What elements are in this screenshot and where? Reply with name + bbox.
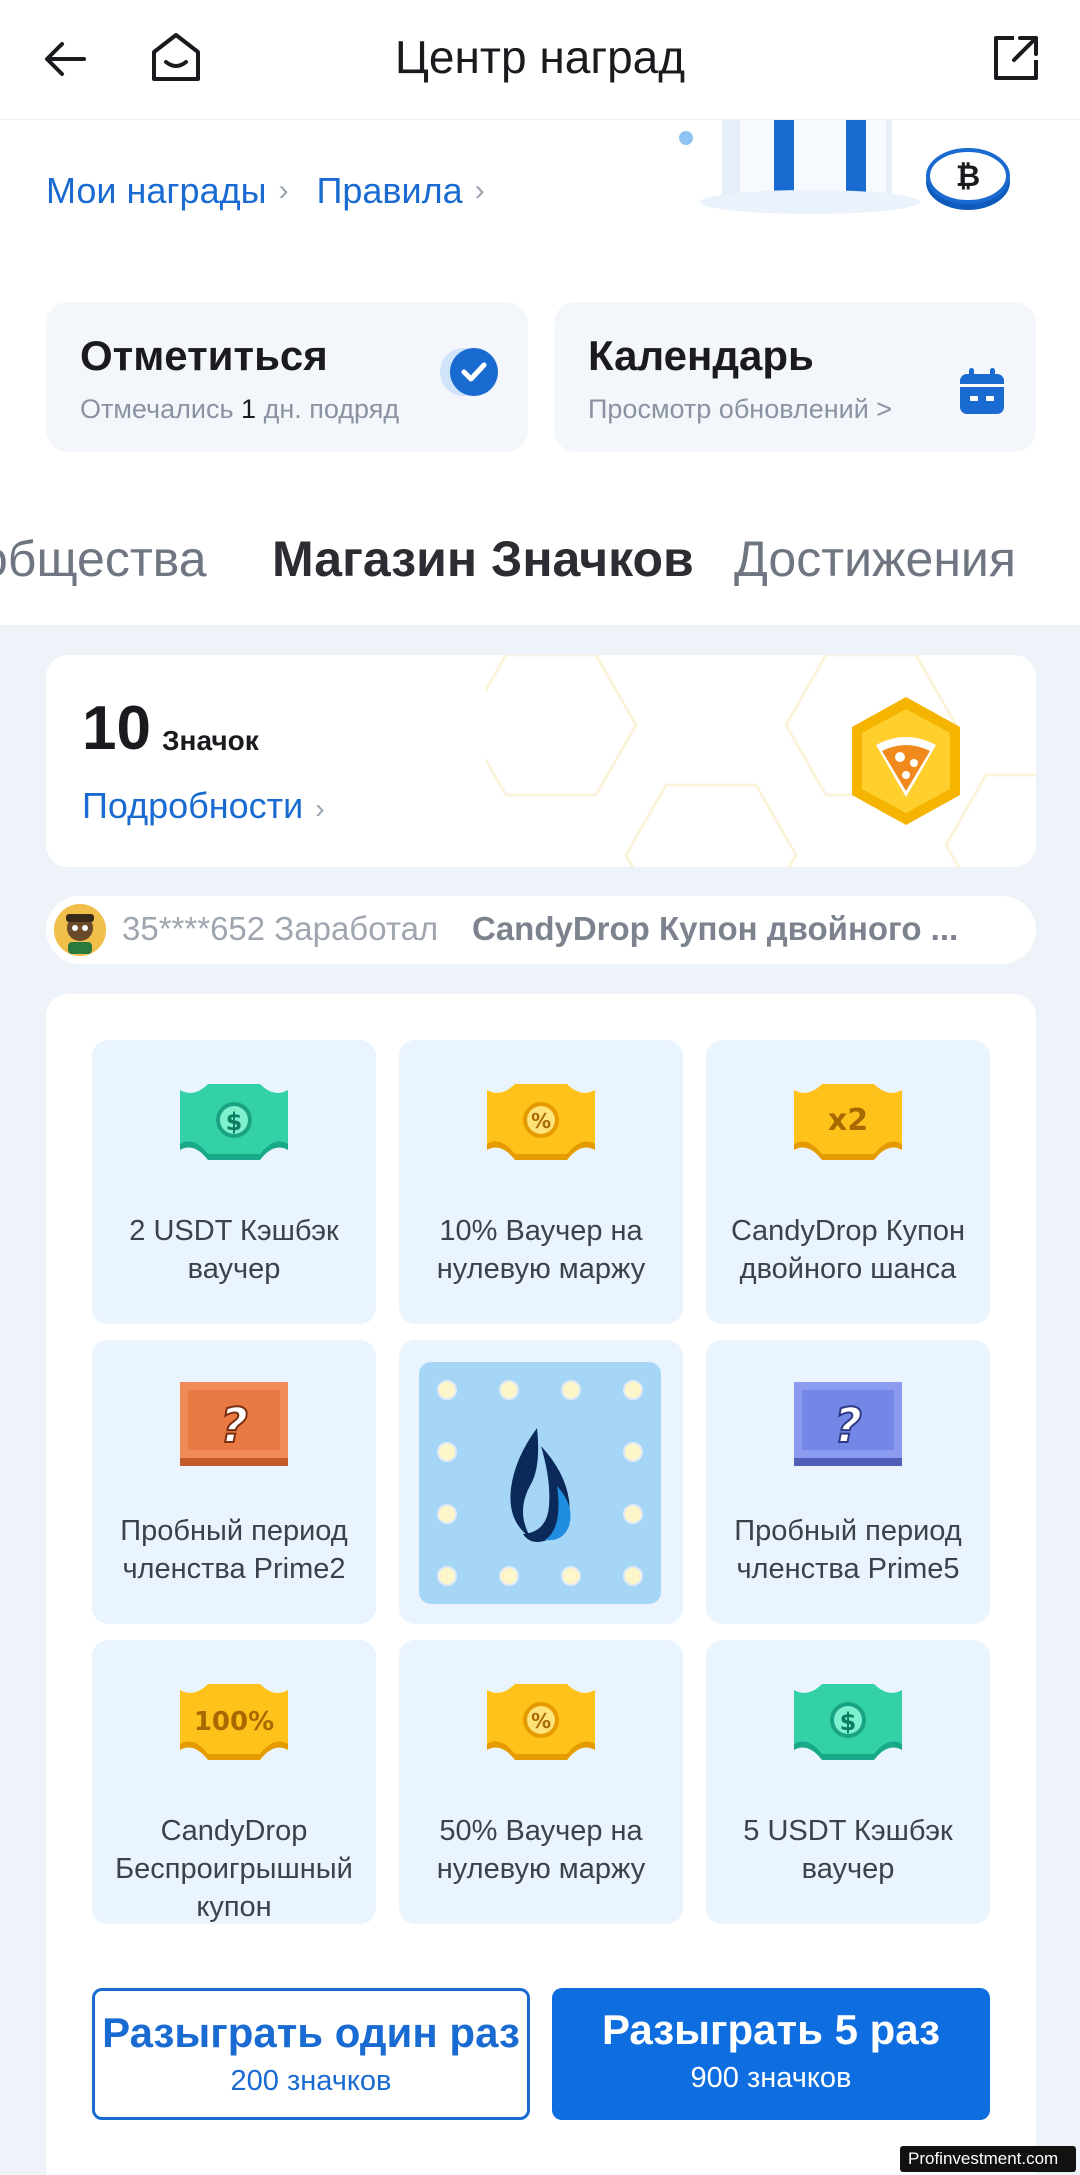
share-external-icon[interactable] [990, 32, 1042, 84]
prize-tile: $ 2 USDT Кэшбэк ваучер [92, 1040, 376, 1324]
prize-tile-center-logo [399, 1340, 683, 1624]
winner-ticker: 35****652 Заработал CandyDrop Купон двой… [46, 896, 1036, 964]
mystery-box-blue-icon: ? [794, 1382, 902, 1466]
checkin-card[interactable]: Отметиться Отмечались 1 дн. подряд [46, 302, 528, 452]
dollar-coupon-green-icon: $ [180, 1084, 288, 1160]
calendar-icon [960, 368, 1004, 414]
huobi-flame-logo-icon [419, 1362, 661, 1604]
rules-link[interactable]: Правила [316, 170, 462, 212]
prize-label: Пробный период членства Prime2 [120, 1515, 348, 1585]
prize-label: 50% Ваучер на нулевую маржу [436, 1815, 646, 1885]
svg-text:%: % [531, 1709, 551, 1733]
checkin-streak: Отмечались 1 дн. подряд [80, 394, 400, 424]
top-bar: Центр наград [0, 0, 1080, 120]
percent-coupon-yellow-icon: % [487, 1684, 595, 1760]
mystery-box-orange-icon: ? [180, 1382, 288, 1466]
prize-tile: ? Пробный период членства Prime2 [92, 1340, 376, 1624]
badge-details-link[interactable]: Подробности › [82, 785, 325, 827]
prize-label: CandyDrop Купон двойного шанса [731, 1215, 965, 1285]
draw-five-button[interactable]: Разыграть 5 раз 900 значков [552, 1988, 990, 2120]
calendar-subtitle: Просмотр обновлений > [588, 394, 893, 424]
prize-tile: x2 CandyDrop Купон двойного шанса [706, 1040, 990, 1324]
checkmark-circle-icon [440, 348, 498, 396]
avatar [54, 904, 106, 956]
dollar-coupon-green-icon: $ [794, 1684, 902, 1760]
svg-text:$: $ [840, 1708, 857, 1736]
watermark: Profinvestment.com [900, 2146, 1076, 2172]
tab-badge-store[interactable]: Магазин Значков [272, 530, 694, 588]
badge-balance-card: 10 Значок Подробности › [46, 655, 1036, 867]
prize-label: 2 USDT Кэшбэк ваучер [129, 1215, 339, 1285]
calendar-title: Календарь [588, 332, 814, 379]
prize-tile: ? Пробный период членства Prime5 [706, 1340, 990, 1624]
prize-label: 10% Ваучер на нулевую маржу [436, 1215, 646, 1285]
draw-once-label: Разыграть один раз [102, 2009, 520, 2056]
svg-text:?: ? [220, 1398, 248, 1454]
section-tabs: общества Магазин Значков Достижения [0, 530, 1080, 592]
svg-text:₿: ₿ [956, 159, 980, 194]
tab-achievements[interactable]: Достижения [734, 530, 1016, 588]
rewards-links-row: Мои награды › Правила › [46, 168, 513, 212]
chevron-right-icon: › [278, 174, 289, 208]
draw-five-label: Разыграть 5 раз [601, 2006, 941, 2053]
prize-label: 5 USDT Кэшбэк ваучер [743, 1815, 953, 1885]
draw-five-cost: 900 значков [690, 2062, 852, 2094]
svg-text:100%: 100% [194, 1707, 274, 1737]
page-title: Центр наград [394, 31, 686, 83]
draw-once-button[interactable]: Разыграть один раз 200 значков [92, 1988, 530, 2120]
badge-unit: Значок [162, 725, 259, 756]
draw-once-cost: 200 значков [230, 2065, 392, 2097]
svg-text:x2: x2 [828, 1103, 868, 1138]
calendar-card[interactable]: Календарь Просмотр обновлений > [554, 302, 1036, 452]
prize-label: CandyDrop Беспроигрышный купон [115, 1815, 353, 1923]
prize-tile: % 50% Ваучер на нулевую маржу [399, 1640, 683, 1924]
prize-tile: 100% CandyDrop Беспроигрышный купон [92, 1640, 376, 1924]
percent-coupon-yellow-icon: % [487, 1084, 595, 1160]
checkin-title: Отметиться [80, 332, 328, 379]
prize-label: Пробный период членства Prime5 [734, 1515, 962, 1585]
streak-days: 1 [241, 394, 257, 424]
chevron-right-icon: › [474, 174, 485, 208]
chevron-right-icon: › [315, 793, 325, 824]
prize-tile: $ 5 USDT Кэшбэк ваучер [706, 1640, 990, 1924]
prize-tile: % 10% Ваучер на нулевую маржу [399, 1040, 683, 1324]
winner-user: 35****652 Заработал [122, 910, 439, 947]
gift-box-bitcoin-illustration: ₿ [679, 120, 1010, 214]
badge-count: 10 [82, 694, 151, 763]
x2-coupon-yellow-icon: x2 [794, 1084, 902, 1160]
winner-prize: CandyDrop Купон двойного ... [472, 910, 959, 947]
tab-community[interactable]: общества [0, 530, 207, 588]
svg-text:?: ? [834, 1398, 862, 1454]
pizza-badge-icon [852, 697, 960, 825]
svg-text:%: % [531, 1109, 551, 1133]
svg-text:$: $ [226, 1108, 243, 1136]
100-percent-coupon-yellow-icon: 100% [180, 1684, 288, 1760]
my-rewards-link[interactable]: Мои награды [46, 170, 266, 212]
